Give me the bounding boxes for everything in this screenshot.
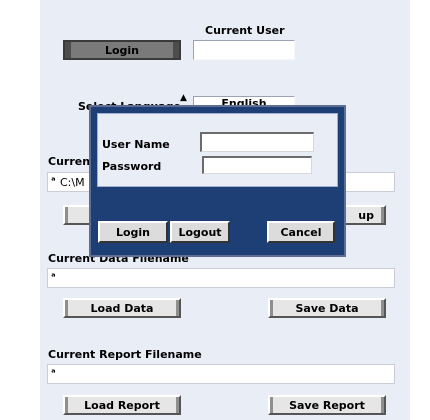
login-dialog-credentials-area: User Name Password <box>97 113 338 187</box>
dialog-logout-button[interactable]: Logout <box>170 221 230 243</box>
load-report-button[interactable]: Load Report <box>63 395 181 415</box>
dialog-cancel-button-label: Cancel <box>280 225 322 239</box>
path-indicator-icon: ᵃ <box>51 176 56 187</box>
load-data-button-label: Load Data <box>90 301 154 315</box>
dialog-login-button[interactable]: Login <box>98 221 168 243</box>
setup-button-label: up <box>358 208 374 222</box>
password-label: Password <box>102 160 162 173</box>
current-data-filename-field[interactable]: ᵃ <box>47 268 395 288</box>
save-report-button[interactable]: Save Report <box>268 395 386 415</box>
data-path-indicator-icon: ᵃ <box>51 272 56 283</box>
password-input[interactable] <box>202 156 312 174</box>
username-input[interactable] <box>200 132 314 152</box>
dialog-login-button-label: Login <box>115 225 151 239</box>
login-button-label: Login <box>104 43 140 57</box>
current-user-label: Current User <box>205 24 285 37</box>
load-data-button[interactable]: Load Data <box>63 298 181 318</box>
load-report-button-label: Load Report <box>84 398 160 412</box>
current-report-filename-label: Current Report Filename <box>48 348 202 361</box>
login-button[interactable]: Login <box>63 40 181 60</box>
current-report-filename-field[interactable]: ᵃ <box>47 364 395 384</box>
login-dialog: User Name Password Login Logout Cancel <box>89 105 346 257</box>
current-user-field <box>193 40 295 60</box>
username-label: User Name <box>102 138 170 151</box>
save-report-button-label: Save Report <box>289 398 365 412</box>
save-data-button[interactable]: Save Data <box>268 298 386 318</box>
report-path-indicator-icon: ᵃ <box>51 368 56 379</box>
language-ring-indicator-icon: ▲ <box>180 93 187 103</box>
dialog-cancel-button[interactable]: Cancel <box>267 221 335 243</box>
current-path-value: C:\M <box>60 176 85 189</box>
dialog-logout-button-label: Logout <box>178 225 222 239</box>
save-data-button-label: Save Data <box>295 301 359 315</box>
